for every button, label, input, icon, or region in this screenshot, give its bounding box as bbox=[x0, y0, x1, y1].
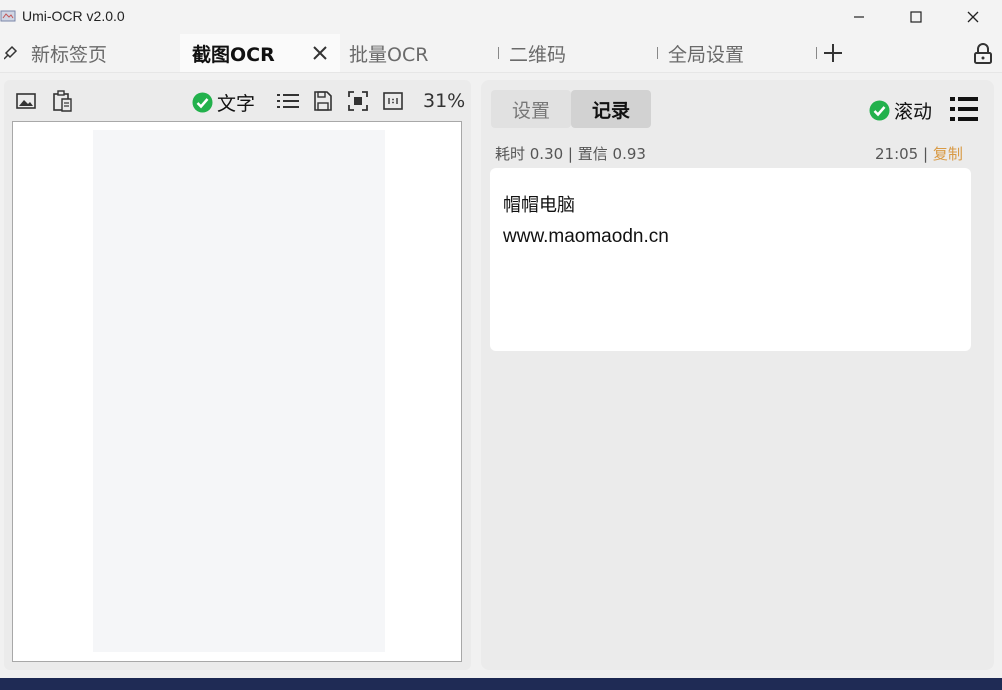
lock-icon[interactable] bbox=[973, 43, 993, 65]
minimize-button[interactable] bbox=[830, 0, 888, 34]
save-image-button[interactable] bbox=[312, 90, 334, 112]
tab-batch-ocr[interactable]: 批量OCR bbox=[349, 34, 428, 72]
result-line: www.maomaodn.cn bbox=[503, 226, 669, 247]
desktop-background bbox=[0, 678, 1002, 690]
result-line: 帽帽电脑 bbox=[503, 195, 575, 216]
tab-settings[interactable]: 设置 bbox=[491, 90, 571, 128]
check-icon bbox=[192, 92, 213, 113]
minimize-icon bbox=[854, 16, 864, 18]
text-list-button[interactable] bbox=[277, 90, 299, 112]
tab-bar: 新标签页 截图OCR 批量OCR 二维码 全局设置 bbox=[0, 34, 1002, 73]
pin-icon bbox=[4, 45, 18, 60]
close-button[interactable] bbox=[944, 0, 1002, 34]
paste-button[interactable] bbox=[51, 90, 73, 112]
tab-records[interactable]: 记录 bbox=[571, 90, 651, 128]
menu-icon[interactable] bbox=[950, 96, 978, 122]
tab-new[interactable]: 新标签页 bbox=[31, 34, 107, 72]
plus-icon[interactable] bbox=[822, 42, 844, 64]
original-size-icon bbox=[383, 92, 403, 110]
meta-separator: | bbox=[918, 145, 933, 163]
fit-screen-button[interactable] bbox=[347, 90, 369, 112]
copy-link[interactable]: 复制 bbox=[933, 145, 963, 163]
original-size-button[interactable] bbox=[382, 90, 404, 112]
screenshot-button[interactable] bbox=[15, 90, 37, 112]
title-bar: Umi-OCR v2.0.0 bbox=[0, 0, 1002, 34]
tab-separator bbox=[657, 47, 658, 59]
fit-screen-icon bbox=[348, 91, 368, 111]
tab-qrcode[interactable]: 二维码 bbox=[509, 34, 566, 72]
tab-global-settings[interactable]: 全局设置 bbox=[668, 34, 744, 72]
close-icon bbox=[967, 11, 979, 23]
app-logo-icon bbox=[0, 10, 16, 22]
text-toggle-label: 文字 bbox=[217, 93, 256, 115]
pin-button[interactable] bbox=[0, 34, 22, 72]
tab-screenshot-ocr[interactable]: 截图OCR bbox=[180, 34, 340, 72]
auto-scroll-toggle[interactable]: 滚动 bbox=[869, 97, 932, 124]
maximize-button[interactable] bbox=[887, 0, 945, 34]
ocr-stats: 耗时 0.30 | 置信 0.93 bbox=[495, 145, 646, 163]
tab-separator bbox=[498, 47, 499, 59]
scroll-toggle-label: 滚动 bbox=[894, 101, 933, 123]
check-icon bbox=[869, 100, 890, 121]
maximize-icon bbox=[910, 11, 922, 23]
text-overlay-toggle[interactable]: 文字 bbox=[192, 89, 255, 116]
tab-separator bbox=[816, 47, 817, 59]
screenshot-preview bbox=[93, 130, 385, 652]
ocr-result-card[interactable]: 帽帽电脑 www.maomaodn.cn bbox=[490, 168, 971, 351]
record-timestamp: 21:05 bbox=[875, 145, 919, 163]
save-icon bbox=[314, 91, 332, 111]
results-panel: 设置 记录 滚动 耗时 0.30 | 置信 0.93 21:05 | 复制 帽帽… bbox=[481, 80, 994, 670]
image-icon bbox=[16, 93, 36, 109]
tab-screenshot-ocr-label: 截图OCR bbox=[192, 43, 275, 66]
list-icon bbox=[277, 94, 299, 108]
zoom-level: 31% bbox=[423, 90, 466, 112]
record-meta: 21:05 | 复制 bbox=[875, 143, 963, 164]
image-preview-panel: 文字 31% bbox=[4, 80, 471, 670]
window-title: Umi-OCR v2.0.0 bbox=[22, 8, 125, 24]
tab-close-icon[interactable] bbox=[310, 43, 330, 63]
image-canvas[interactable] bbox=[12, 121, 462, 662]
clipboard-icon bbox=[53, 90, 72, 112]
